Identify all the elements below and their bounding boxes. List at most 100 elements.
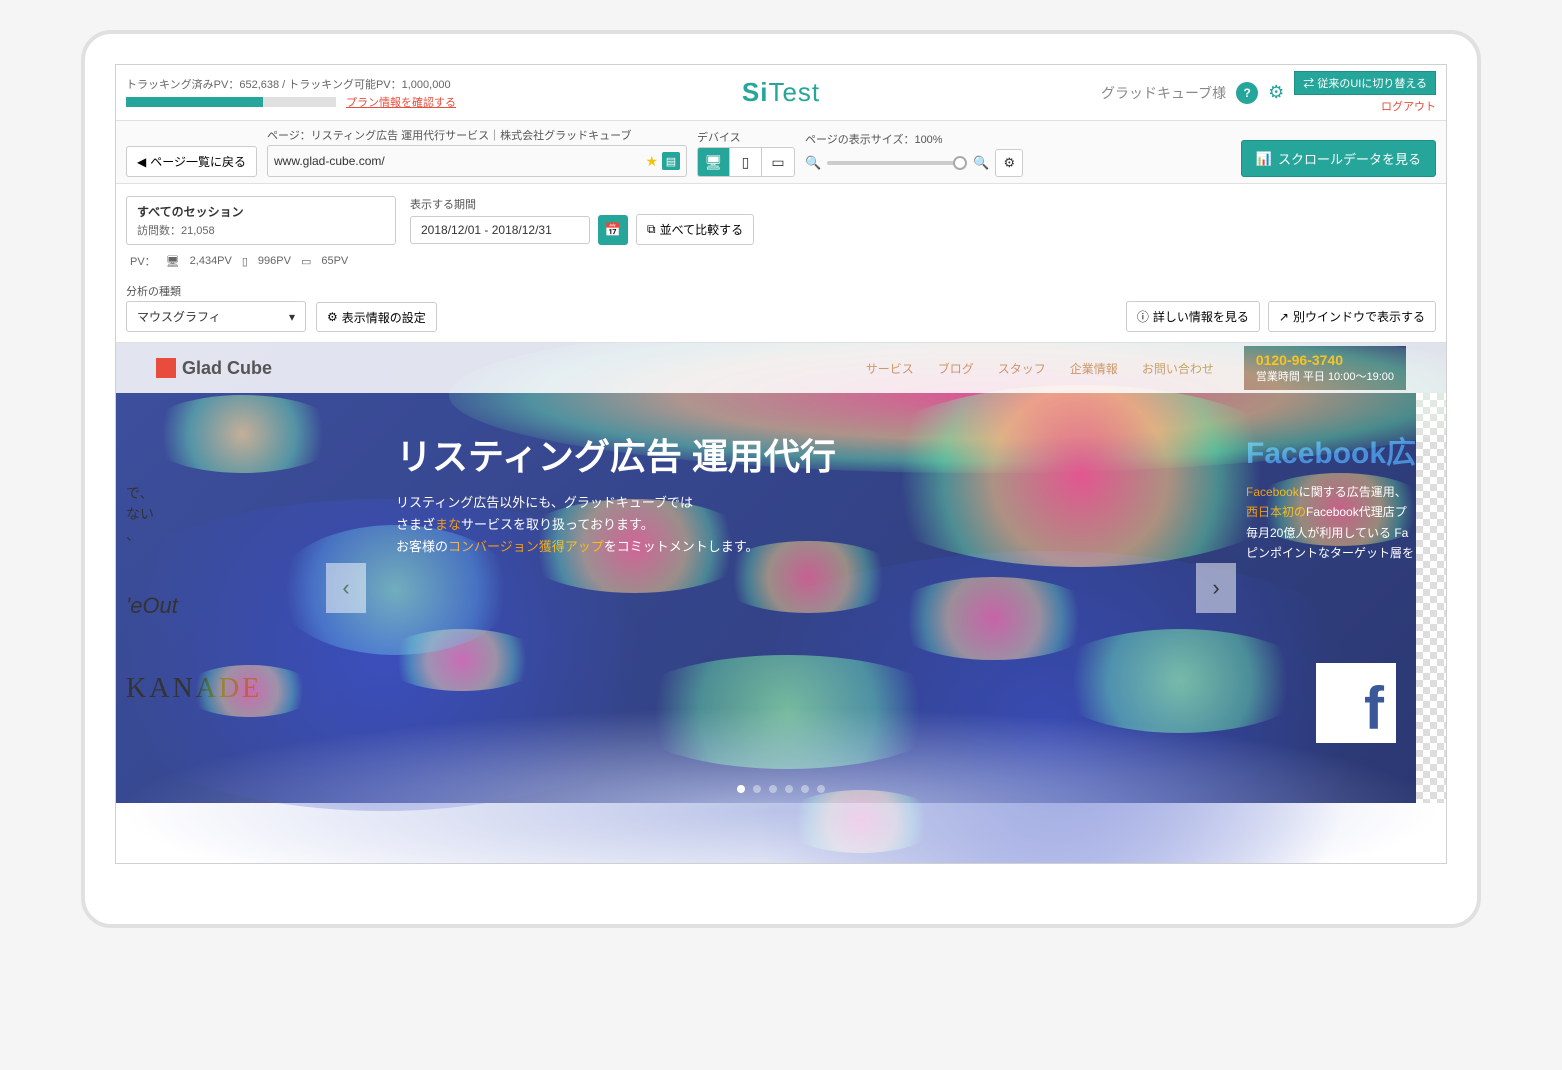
hero2-title: Facebook広 [1246, 428, 1446, 472]
session-period-row: すべてのセッション 訪問数：21,058 表示する期間 2018/12/01 -… [116, 184, 1446, 249]
compare-icon: ⧉ [647, 222, 656, 237]
pv-section: トラッキング済みPV：652,638 / トラッキング可能PV：1,000,00… [126, 76, 456, 110]
carousel-next[interactable]: › [1196, 563, 1236, 613]
chevron-down-icon: ▾ [289, 310, 295, 324]
detail-info-button[interactable]: ⓘ詳しい情報を見る [1126, 301, 1260, 332]
detail-btn-label: 詳しい情報を見る [1153, 308, 1249, 325]
new-window-btn-label: 別ウインドウで表示する [1293, 308, 1425, 325]
carousel-dots [737, 785, 825, 793]
site-nav-service[interactable]: サービス [866, 360, 914, 377]
logout-link[interactable]: ログアウト [1381, 98, 1436, 114]
site-nav-blog[interactable]: ブログ [938, 360, 974, 377]
site-nav: サービス ブログ スタッフ 企業情報 お問い合わせ [866, 360, 1214, 377]
compare-btn-label: 並べて比較する [660, 221, 744, 238]
analysis-select-value: マウスグラフィ [137, 308, 221, 325]
site-phone-hours: 営業時間 平日 10:00〜19:00 [1256, 368, 1394, 384]
username-label: グラッドキューブ様 [1101, 83, 1226, 103]
compare-button[interactable]: ⧉ 並べて比較する [636, 214, 754, 245]
help-icon[interactable]: ? [1236, 82, 1258, 104]
dot-5[interactable] [801, 785, 809, 793]
desktop-icon: 🖥 [705, 154, 723, 171]
page-doc-icon[interactable]: ▤ [662, 152, 680, 170]
back-to-pagelist-button[interactable]: ◀ページ一覧に戻る [126, 146, 257, 177]
site-phone-number: 0120-96-3740 [1256, 352, 1394, 368]
session-sub-label: 訪問数： [137, 225, 181, 237]
pv-tracked-value: 652,638 [239, 79, 279, 91]
url-value: www.glad-cube.com/ [274, 154, 385, 168]
site-logo-text: Glad Cube [182, 358, 272, 379]
app-logo: SiTest [742, 77, 820, 108]
site-nav-company[interactable]: 企業情報 [1070, 360, 1118, 377]
side-logo-kanade: KANADE [126, 673, 262, 705]
dot-3[interactable] [769, 785, 777, 793]
hero-secondary: Facebook広 Facebookに関する広告運用、 西日本初のFaceboo… [1246, 428, 1446, 564]
session-title: すべてのセッション [137, 203, 385, 220]
zoom-label: ページの表示サイズ：100% [805, 131, 1023, 147]
tablet-small-icon: ▯ [242, 255, 248, 268]
device-tab-desktop[interactable]: 🖥 [698, 148, 730, 176]
scroll-data-button[interactable]: 📊スクロールデータを見る [1241, 140, 1436, 177]
device-tabs: 🖥 ▯ ▭ [697, 147, 795, 177]
display-settings-button[interactable]: ⚙ 表示情報の設定 [316, 302, 437, 332]
logo-test: Test [768, 77, 820, 107]
analysis-type-label: 分析の種類 [126, 283, 306, 299]
site-header: Glad Cube サービス ブログ スタッフ 企業情報 お問い合わせ 0120… [116, 343, 1446, 393]
date-range-input[interactable]: 2018/12/01 - 2018/12/31 [410, 216, 590, 244]
zoom-handle[interactable] [953, 156, 967, 170]
plan-info-link[interactable]: プラン情報を確認する [346, 94, 456, 110]
pv-tracked-label: トラッキング済みPV： [126, 79, 239, 91]
star-icon[interactable]: ★ [645, 153, 658, 170]
analysis-row: 分析の種類 マウスグラフィ ▾ ⚙ 表示情報の設定 ⓘ詳しい情報を見る ↗別ウイン… [116, 277, 1446, 343]
pv-limit-value: 1,000,000 [402, 79, 451, 91]
pv-mobile: 65PV [321, 255, 348, 267]
scroll-btn-label: スクロールデータを見る [1278, 149, 1421, 168]
period-label: 表示する期間 [410, 196, 754, 212]
sliders-icon: ⚙ [327, 310, 338, 324]
new-window-button[interactable]: ↗別ウインドウで表示する [1268, 301, 1436, 332]
pv-sep: / [279, 79, 288, 91]
zoom-in-icon[interactable]: 🔍 [973, 155, 989, 171]
pv-tablet: 996PV [258, 255, 291, 267]
site-phone-box: 0120-96-3740 営業時間 平日 10:00〜19:00 [1244, 346, 1406, 390]
pv-tracking-text: トラッキング済みPV：652,638 / トラッキング可能PV：1,000,00… [126, 76, 456, 92]
settings-btn-label: 表示情報の設定 [342, 309, 426, 326]
facebook-icon [1316, 663, 1396, 743]
gear-small-icon: ⚙ [1004, 155, 1016, 171]
site-nav-staff[interactable]: スタッフ [998, 360, 1046, 377]
zoom-slider[interactable] [827, 161, 967, 165]
zoom-settings-button[interactable]: ⚙ [995, 149, 1023, 177]
mobile-small-icon: ▭ [301, 255, 311, 268]
back-icon: ◀ [137, 155, 146, 169]
laptop-frame: トラッキング済みPV：652,638 / トラッキング可能PV：1,000,00… [81, 30, 1481, 928]
url-field[interactable]: www.glad-cube.com/ ★ ▤ [267, 145, 687, 177]
carousel-prev[interactable]: ‹ [326, 563, 366, 613]
switch-ui-button[interactable]: ⇄ 従来のUIに切り替える [1294, 71, 1436, 95]
device-tab-mobile[interactable]: ▭ [762, 148, 794, 176]
calendar-icon[interactable]: 📅 [598, 215, 628, 245]
session-selector[interactable]: すべてのセッション 訪問数：21,058 [126, 196, 396, 245]
side-logo-eout: 'eOut [126, 593, 178, 619]
device-tab-tablet[interactable]: ▯ [730, 148, 762, 176]
dot-4[interactable] [785, 785, 793, 793]
hero-subtitle: リスティング広告以外にも、グラッドキューブでは さまざまなサービスを取り扱ってお… [396, 492, 836, 558]
analysis-type-select[interactable]: マウスグラフィ ▾ [126, 301, 306, 332]
pv-progress-fill [126, 97, 263, 107]
device-label: デバイス [697, 129, 795, 145]
dot-2[interactable] [753, 785, 761, 793]
gear-icon[interactable]: ⚙ [1268, 82, 1284, 103]
session-sub-value: 21,058 [181, 225, 215, 237]
heatmap-preview: Glad Cube サービス ブログ スタッフ 企業情報 お問い合わせ 0120… [116, 343, 1446, 863]
dot-1[interactable] [737, 785, 745, 793]
pv-progress-bar [126, 97, 336, 107]
hero-title: リスティング広告 運用代行 [396, 428, 836, 480]
mobile-icon: ▭ [771, 154, 784, 171]
pv-desktop: 2,434PV [190, 255, 232, 267]
desktop-small-icon: 🖥 [166, 255, 180, 268]
pv-prefix: PV： [130, 253, 156, 269]
dot-6[interactable] [817, 785, 825, 793]
site-nav-contact[interactable]: お問い合わせ [1142, 360, 1214, 377]
hero2-subtitle: Facebookに関する広告運用、 西日本初のFacebook代理店プ 毎月20… [1246, 482, 1446, 564]
hero-main: リスティング広告 運用代行 リスティング広告以外にも、グラッドキューブでは さま… [396, 428, 836, 558]
logo-si: Si [742, 77, 769, 107]
zoom-out-icon[interactable]: 🔍 [805, 155, 821, 171]
